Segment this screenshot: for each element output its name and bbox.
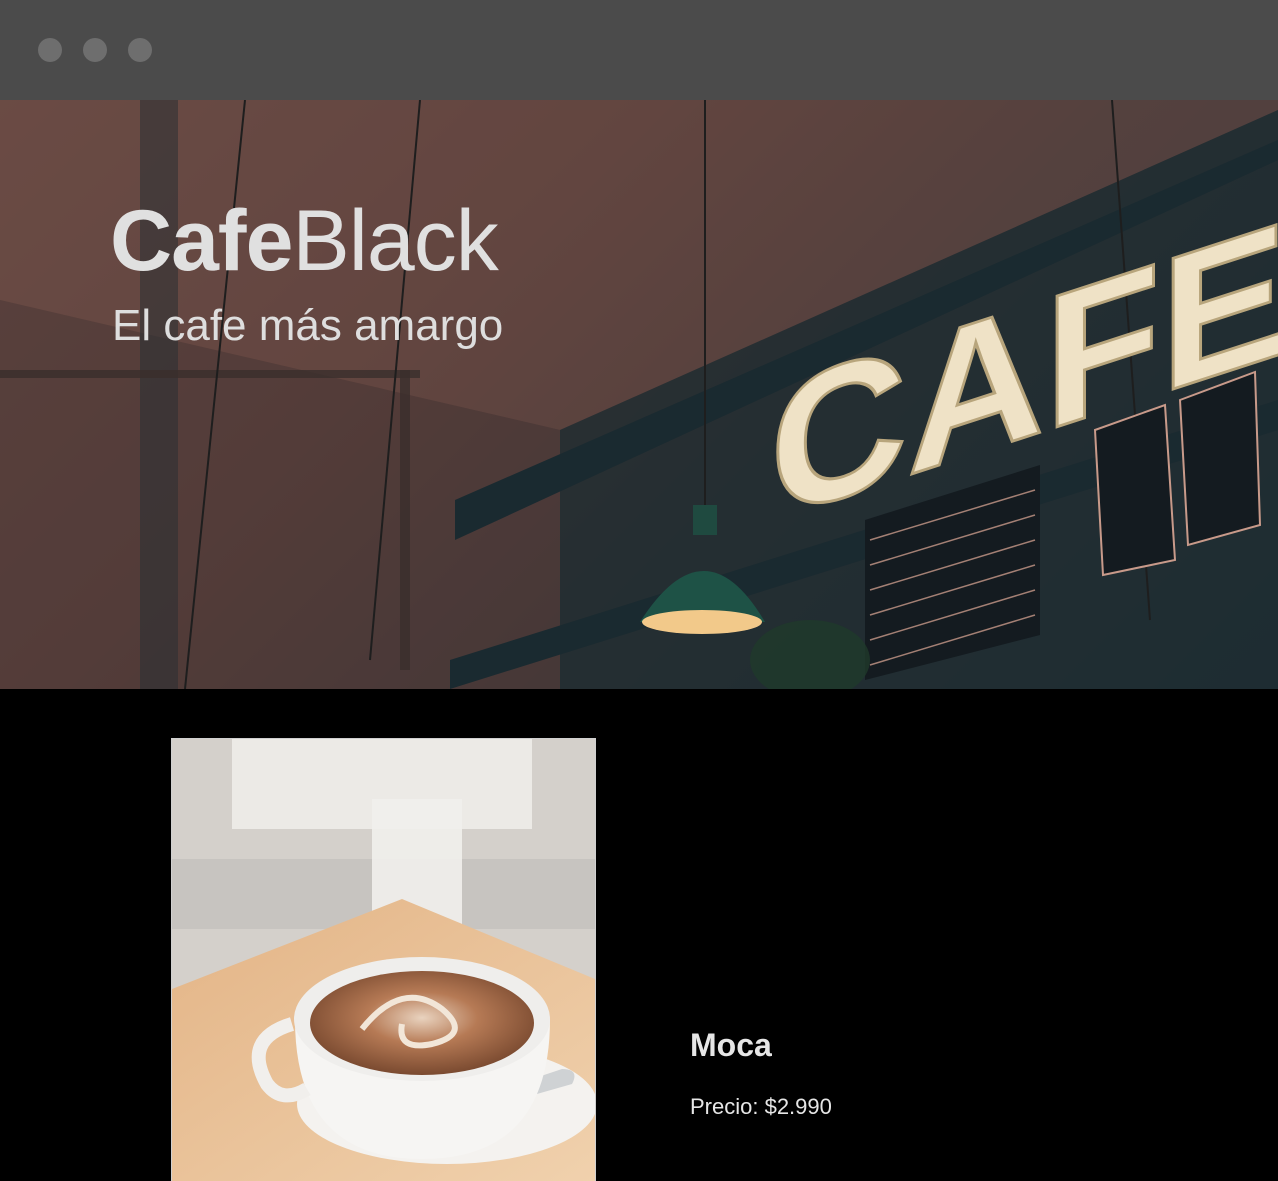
brand-name-light: Black <box>292 193 498 289</box>
brand-logo[interactable]: CafeBlack <box>110 198 499 284</box>
hero-background-image: CAFE <box>0 100 1278 689</box>
window-title-bar <box>0 0 1278 100</box>
product-name: Moca <box>690 1027 772 1063</box>
brand-name-bold: Cafe <box>110 193 293 289</box>
window-minimize-dot[interactable] <box>83 38 107 62</box>
product-image[interactable] <box>171 738 596 1181</box>
brand-tagline: El cafe más amargo <box>112 301 504 350</box>
hero-banner: CAFE CafeBlack El cafe más amargo <box>0 100 1278 689</box>
window-close-dot[interactable] <box>38 38 62 62</box>
product-price: Precio: $2.990 <box>690 1094 832 1119</box>
window-maximize-dot[interactable] <box>128 38 152 62</box>
